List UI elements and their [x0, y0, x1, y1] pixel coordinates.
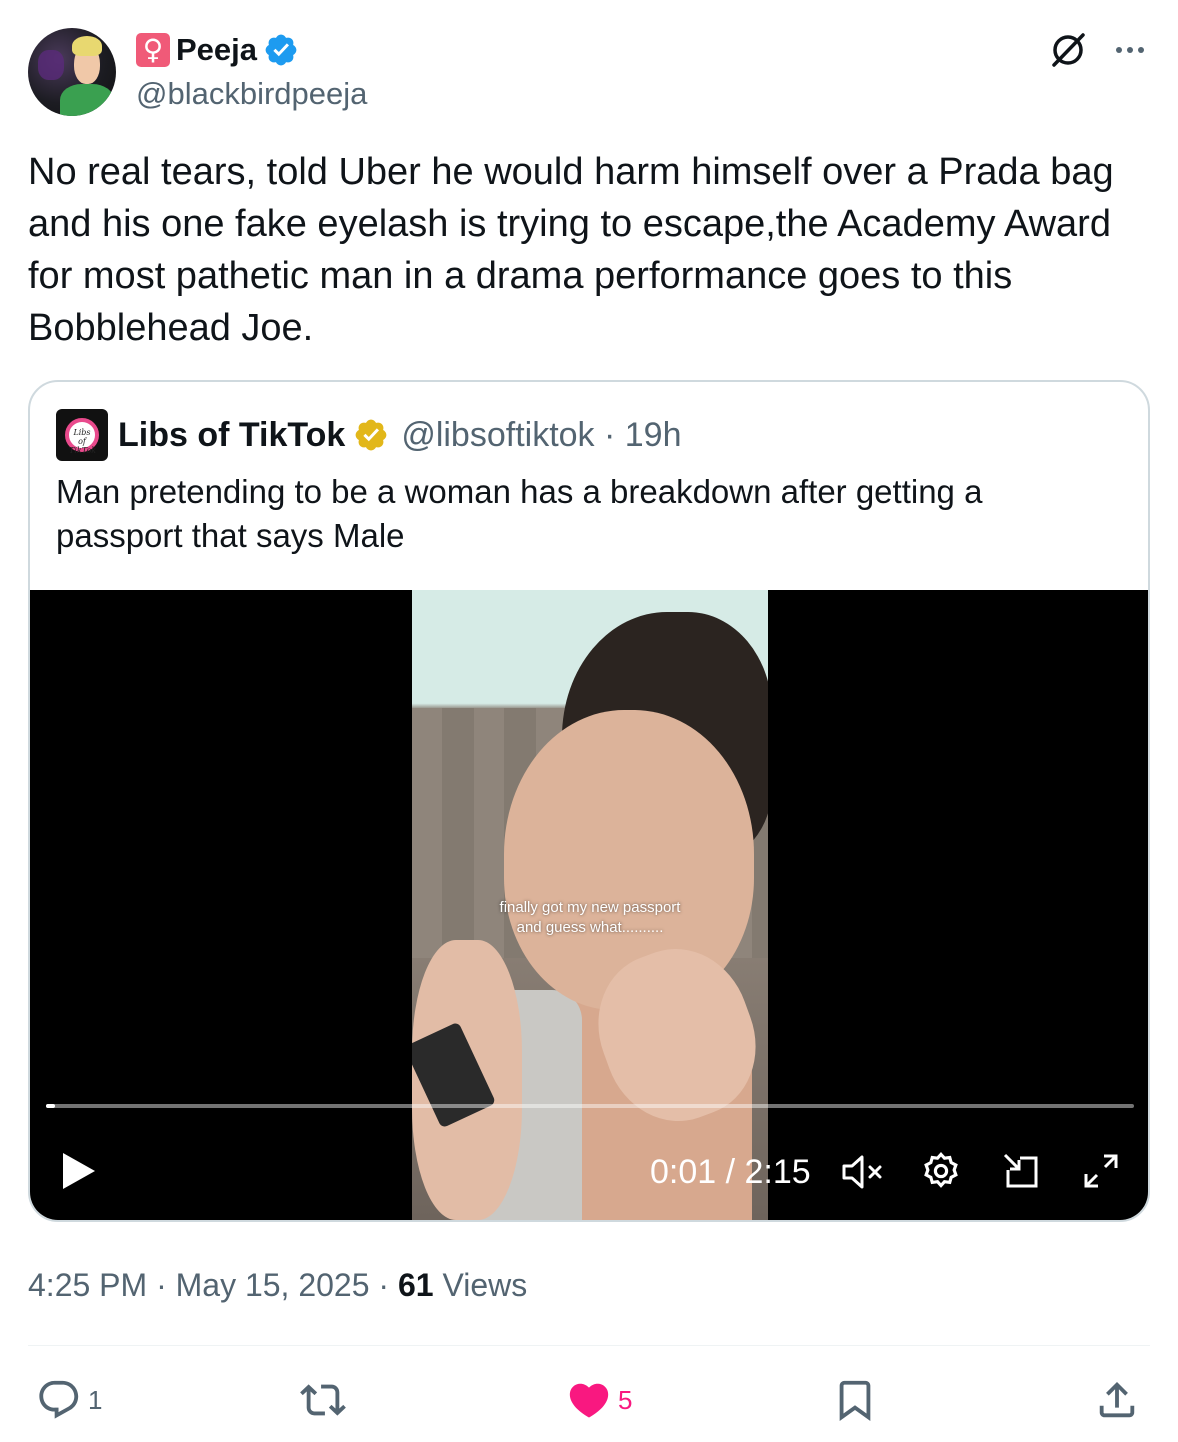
like-count: 5: [618, 1384, 633, 1415]
retweet-button[interactable]: [300, 1376, 346, 1424]
reply-button[interactable]: 1: [36, 1376, 102, 1424]
author-display-name[interactable]: Peeja: [176, 32, 257, 68]
divider: [28, 1345, 1150, 1346]
author-avatar[interactable]: [28, 28, 116, 116]
quoted-header: Libs of TikTok Libs of TikTok @libsoftik…: [56, 408, 682, 462]
bookmark-button[interactable]: [832, 1376, 878, 1424]
volume-muted-icon[interactable]: [840, 1152, 886, 1192]
female-sign-icon: ♀: [136, 33, 170, 67]
bookmark-icon: [839, 1380, 871, 1421]
views-label: Views: [433, 1267, 528, 1303]
gold-verified-icon: [355, 419, 387, 451]
quoted-text: Man pretending to be a woman has a break…: [56, 473, 983, 554]
grok-icon[interactable]: [1048, 30, 1088, 70]
quoted-avatar[interactable]: Libs of TikTok: [56, 409, 108, 461]
play-icon[interactable]: [60, 1150, 98, 1192]
tweet-meta: 4:25 PM · May 15, 2025 · 61 Views: [28, 1264, 527, 1306]
pip-icon[interactable]: [1000, 1150, 1042, 1192]
like-button[interactable]: 5: [566, 1376, 632, 1424]
author-handle[interactable]: @blackbirdpeeja: [136, 76, 367, 112]
video-progress-bar[interactable]: [46, 1104, 1134, 1108]
more-icon[interactable]: [1112, 36, 1148, 64]
author-name-row: ♀ Peeja: [136, 30, 299, 70]
retweet-icon: [300, 1384, 346, 1416]
verified-badge-icon: [265, 34, 297, 66]
tweet-text: No real tears, told Uber he would harm h…: [28, 151, 1114, 349]
video-progress-fill: [46, 1104, 55, 1108]
reply-icon: [39, 1380, 79, 1419]
quoted-avatar-logo: Libs of TikTok: [65, 418, 99, 455]
video-caption: finally got my new passport and guess wh…: [412, 898, 768, 938]
like-icon: [569, 1383, 609, 1418]
quoted-tweet[interactable]: Libs of TikTok Libs of TikTok @libsoftik…: [28, 380, 1150, 1222]
fullscreen-icon[interactable]: [1080, 1150, 1122, 1192]
reply-count: 1: [88, 1384, 103, 1415]
video-time: 0:01 / 2:15: [650, 1153, 811, 1191]
views-count: 61: [397, 1267, 434, 1303]
tweet-timestamp[interactable]: 4:25 PM · May 15, 2025 ·: [28, 1267, 398, 1303]
share-icon: [1099, 1381, 1135, 1418]
quoted-handle-time[interactable]: @libsoftiktok · 19h: [401, 416, 681, 455]
settings-icon[interactable]: [920, 1150, 962, 1192]
video-caption-line2: and guess what..........: [516, 919, 664, 936]
quoted-display-name[interactable]: Libs of TikTok: [118, 416, 345, 455]
video-player[interactable]: finally got my new passport and guess wh…: [30, 590, 1148, 1220]
share-button[interactable]: [1094, 1376, 1140, 1424]
video-caption-line1: finally got my new passport: [499, 899, 681, 916]
tweet: ♀ Peeja @blackbirdpeeja No real tears, t…: [0, 0, 1178, 1442]
